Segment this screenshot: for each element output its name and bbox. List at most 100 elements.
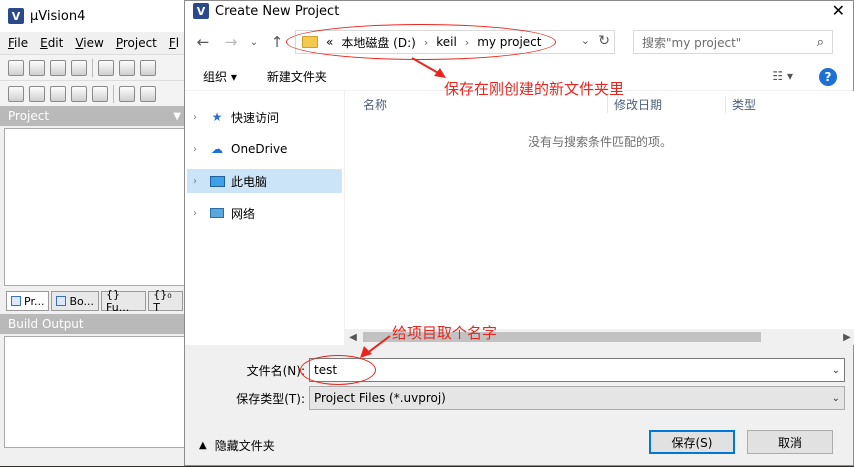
expand-chevron-icon[interactable]: ›: [193, 208, 203, 219]
open-folder-icon[interactable]: [29, 59, 45, 76]
help-icon[interactable]: ?: [819, 68, 837, 86]
nav-label: 此电脑: [231, 174, 268, 189]
column-modified[interactable]: 修改日期: [607, 95, 725, 113]
tab-books[interactable]: Bo...: [51, 291, 100, 311]
build-icon[interactable]: [29, 85, 45, 102]
nav-label: 快速访问: [231, 110, 280, 125]
uvision-title: µVision4: [30, 8, 86, 24]
copy-icon[interactable]: [119, 59, 135, 76]
books-tab-icon: [56, 296, 67, 306]
dialog-title: Create New Project: [215, 3, 340, 19]
filetype-value: Project Files (*.uvproj): [314, 391, 446, 405]
annotation-name-project: 给项目取个名字: [392, 324, 498, 342]
new-folder-button[interactable]: 新建文件夹: [267, 68, 327, 85]
organize-button[interactable]: 组织 ▾: [203, 68, 237, 85]
cloud-icon: ☁: [211, 142, 223, 156]
expand-chevron-icon[interactable]: ›: [193, 144, 203, 155]
filetype-select[interactable]: Project Files (*.uvproj) ⌄: [309, 386, 845, 410]
filename-label: 文件名(N):: [246, 363, 305, 378]
menu-flash[interactable]: Fl: [169, 36, 179, 50]
refresh-icon[interactable]: ↻: [598, 33, 610, 49]
menu-file[interactable]: File: [8, 36, 28, 50]
file-list[interactable]: 名称 修改日期 类型 没有与搜索条件匹配的项。 ◀ ▶: [345, 91, 854, 345]
scroll-right-icon[interactable]: ▶: [839, 332, 854, 343]
menu-edit[interactable]: Edit: [40, 36, 63, 50]
uvision-app-icon: V: [8, 8, 24, 24]
create-project-dialog: V Create New Project ✕ ← → ⌄ ↑ « 本地磁盘 (D…: [184, 0, 854, 466]
stop-build-icon[interactable]: [92, 85, 108, 102]
tab-functions[interactable]: {} Fu...: [101, 288, 147, 314]
rebuild-icon[interactable]: [50, 85, 66, 102]
batch-build-icon[interactable]: [71, 85, 87, 102]
hide-folders-toggle[interactable]: ▲ 隐藏文件夹: [199, 437, 275, 454]
search-icon[interactable]: ⌕: [817, 35, 824, 50]
view-options-icon[interactable]: ☷ ▾: [772, 69, 793, 83]
project-panel-label: Project: [8, 109, 50, 123]
target-options-icon[interactable]: [140, 85, 156, 102]
column-type[interactable]: 类型: [725, 95, 845, 113]
toolbar-separator: [92, 58, 93, 77]
recent-locations-chevron-icon[interactable]: ⌄: [249, 37, 259, 48]
dialog-app-icon: V: [193, 3, 209, 19]
chevron-down-icon[interactable]: ⌄: [832, 393, 840, 404]
back-arrow-icon[interactable]: ←: [193, 33, 213, 51]
build-output-title: Build Output: [0, 314, 189, 334]
annotation-oval-path: [286, 24, 556, 60]
save-button[interactable]: 保存(S): [649, 430, 735, 454]
cut-icon[interactable]: [98, 59, 114, 76]
paste-icon[interactable]: [140, 59, 156, 76]
expand-chevron-icon[interactable]: ›: [193, 176, 203, 187]
up-arrow-icon[interactable]: ↑: [267, 33, 287, 51]
filename-row: 文件名(N): test ⌄: [185, 358, 854, 382]
project-panel-tabs: Pr... Bo... {} Fu... {}₀ T: [0, 288, 189, 314]
star-icon: ★: [211, 110, 223, 124]
tab-project[interactable]: Pr...: [6, 291, 50, 311]
nav-label: 网络: [231, 206, 256, 221]
chevron-up-icon: ▲: [199, 440, 207, 451]
hide-folders-label: 隐藏文件夹: [214, 439, 275, 453]
download-icon[interactable]: [119, 85, 135, 102]
toolbar-separator: [113, 84, 114, 103]
uvision-menubar: File Edit View Project Fl: [0, 32, 189, 54]
filename-input[interactable]: test ⌄: [309, 358, 845, 382]
address-dropdown-icon[interactable]: ⌄: [581, 34, 590, 47]
annotation-arrow-filename: [360, 335, 391, 358]
new-file-icon[interactable]: [8, 59, 24, 76]
uvision-window: V µVision4 File Edit View Project Fl Pro…: [0, 0, 190, 466]
annotation-arrow-path: [411, 57, 446, 78]
close-icon[interactable]: ✕: [832, 1, 845, 21]
computer-icon: [209, 174, 225, 188]
nav-item-quick-access[interactable]: › ★ 快速访问: [187, 105, 342, 129]
uvision-toolbar-2: [0, 80, 189, 106]
empty-message: 没有与搜索条件匹配的项。: [527, 135, 672, 149]
network-icon: [209, 206, 225, 220]
browser-content: › ★ 快速访问 › ☁ OneDrive › 此电脑 › 网络 名称 修改日期…: [185, 91, 854, 345]
filetype-label: 保存类型(T):: [236, 391, 305, 406]
build-output-body[interactable]: [4, 336, 185, 448]
project-panel-body[interactable]: [4, 128, 185, 286]
translate-icon[interactable]: [8, 85, 24, 102]
expand-chevron-icon[interactable]: ›: [193, 112, 203, 123]
uvision-toolbar-1: [0, 54, 189, 80]
menu-project[interactable]: Project: [116, 36, 157, 50]
save-all-icon[interactable]: [71, 59, 87, 76]
nav-item-onedrive[interactable]: › ☁ OneDrive: [187, 137, 342, 161]
search-placeholder: 搜索"my project": [642, 35, 742, 50]
save-icon[interactable]: [50, 59, 66, 76]
cancel-button[interactable]: 取消: [747, 430, 833, 454]
nav-label: OneDrive: [231, 142, 288, 156]
tab-templates[interactable]: {}₀ T: [148, 288, 183, 314]
forward-arrow-icon[interactable]: →: [221, 33, 241, 51]
chevron-down-icon[interactable]: ⌄: [832, 365, 840, 376]
uvision-titlebar: V µVision4: [0, 0, 189, 32]
build-output-label: Build Output: [8, 317, 84, 331]
annotation-save-location: 保存在刚创建的新文件夹里: [444, 80, 625, 98]
dialog-titlebar: V Create New Project ✕: [185, 1, 853, 21]
panel-dropdown-icon[interactable]: ▼: [173, 111, 181, 122]
search-input[interactable]: 搜索"my project" ⌕: [633, 30, 833, 54]
nav-item-this-pc[interactable]: › 此电脑: [187, 169, 342, 193]
nav-item-network[interactable]: › 网络: [187, 201, 342, 225]
project-tab-icon: [11, 296, 21, 306]
filetype-row: 保存类型(T): Project Files (*.uvproj) ⌄: [185, 386, 854, 410]
menu-view[interactable]: View: [75, 36, 103, 50]
